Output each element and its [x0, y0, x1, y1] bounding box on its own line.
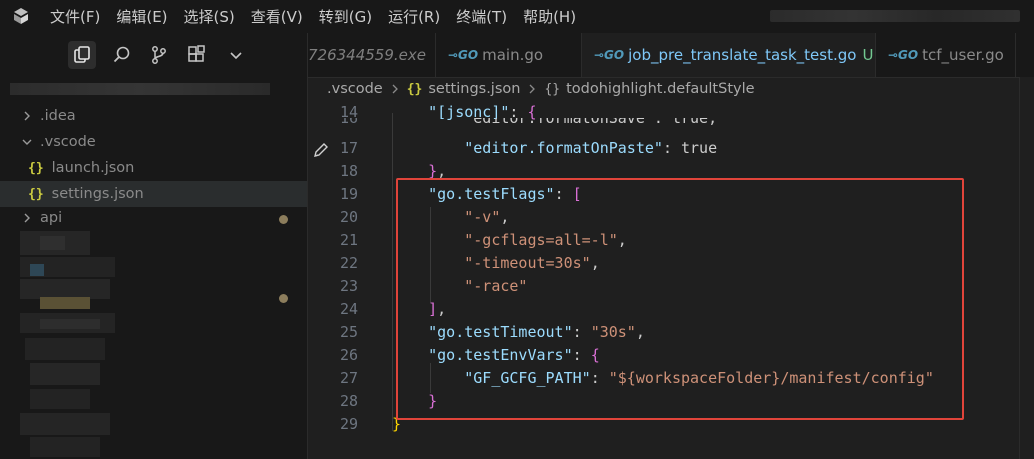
tree-file-launch-json[interactable]: {} launch.json [0, 155, 307, 181]
code-token: : true, [653, 118, 718, 127]
blurred-tree-area [40, 236, 65, 250]
breadcrumb: .vscode {} settings.json {} todohighligh… [327, 79, 755, 99]
blurred-tree-area [40, 297, 90, 309]
menu-run[interactable]: 运行(R) [388, 6, 440, 27]
line-number: 20 [339, 208, 358, 226]
code-text: "editor.formatOnPaste": true [392, 139, 717, 157]
go-file-icon: ⊸GO [888, 48, 919, 62]
title-bar: 文件(F) 编辑(E) 选择(S) 查看(V) 转到(G) 运行(R) 终端(T… [0, 0, 1034, 33]
line-number: 29 [339, 415, 358, 433]
tree-item-label: .vscode [40, 134, 96, 150]
tab-tcf-user-go[interactable]: ⊸GO tcf_user.go [876, 33, 1016, 77]
tree-item-label: settings.json [51, 186, 144, 202]
tab-label: main.go [482, 46, 544, 64]
line-number: 22 [339, 254, 358, 272]
menu-go[interactable]: 转到(G) [319, 6, 372, 27]
sidebar-toolbar [0, 33, 307, 77]
blurred-tree-area [25, 338, 105, 360]
tab-label: job_pre_translate_task_test.go [628, 46, 857, 64]
json-file-icon: {} [28, 186, 44, 202]
modified-dot [279, 215, 288, 224]
workspace-header-blurred [10, 83, 270, 95]
explorer-sidebar: .idea .vscode {} launch.json {} settings… [0, 33, 308, 459]
source-control-button[interactable] [145, 41, 173, 69]
menu-edit[interactable]: 编辑(E) [116, 6, 167, 27]
line-number: 27 [339, 369, 358, 387]
more-views-button[interactable] [222, 41, 250, 69]
line-number: 21 [339, 231, 358, 249]
tree-folder-idea[interactable]: .idea [0, 103, 307, 129]
chevron-down-icon [230, 52, 242, 60]
tree-folder-vscode[interactable]: .vscode [0, 129, 307, 155]
line-number: 24 [339, 300, 358, 318]
tab-job-pre-translate-task-test[interactable]: ⊸GO job_pre_translate_task_test.go U [582, 33, 876, 77]
extensions-button[interactable] [183, 41, 211, 69]
menu-file[interactable]: 文件(F) [50, 6, 100, 27]
menu-terminal[interactable]: 终端(T) [456, 6, 507, 27]
line-number: 23 [339, 277, 358, 295]
line-number: 18 [339, 162, 358, 180]
explorer-button[interactable] [68, 41, 96, 69]
tab-main-go[interactable]: ⊸GO main.go [436, 33, 582, 77]
code-text: "editor.formatOnSave": true, [392, 118, 717, 127]
json-file-icon: {} [28, 160, 44, 176]
json-file-icon: {} [406, 81, 423, 97]
go-file-icon: ⊸GO [448, 48, 479, 62]
menu-help[interactable]: 帮助(H) [523, 6, 576, 27]
code-token: "editor.formatOnSave" [392, 118, 654, 127]
tree-item-label: api [40, 210, 63, 226]
editor-scrollbar[interactable] [1019, 77, 1034, 459]
tree-item-label: .idea [40, 108, 76, 124]
breadcrumb-symbol[interactable]: todohighlight.defaultStyle [566, 81, 754, 97]
object-symbol-icon: {} [544, 81, 561, 97]
go-file-icon: ⊸GO [594, 48, 625, 62]
chevron-right-icon [24, 111, 30, 121]
line-number: 28 [339, 392, 358, 410]
blurred-tree-area [30, 363, 100, 385]
code-line[interactable]: 16 "editor.formatOnSave": true, [308, 118, 1034, 132]
line-number: 17 [339, 139, 358, 157]
window-title-blurred [770, 10, 1020, 22]
line-number: 16 [339, 118, 358, 127]
tab-label: 726344559.exe [308, 46, 426, 64]
chevron-down-icon [22, 139, 32, 145]
files-icon [74, 46, 90, 63]
modified-dot [279, 294, 288, 303]
breadcrumb-file[interactable]: settings.json [428, 81, 520, 97]
extensions-icon [188, 45, 205, 62]
chevron-right-icon [24, 213, 30, 223]
search-button[interactable] [108, 41, 136, 69]
search-icon [113, 46, 130, 63]
menu-selection[interactable]: 选择(S) [184, 6, 235, 27]
blurred-tree-area [40, 319, 100, 329]
source-control-icon [152, 46, 166, 64]
tab-exe[interactable]: 726344559.exe [308, 33, 436, 77]
highlight-annotation-box [396, 178, 964, 420]
tree-item-label: launch.json [51, 160, 135, 176]
tree-file-settings-json[interactable]: {} settings.json [0, 181, 307, 207]
line-number: 19 [339, 185, 358, 203]
chevron-right-icon [392, 84, 398, 94]
code-line[interactable]: 17 "editor.formatOnPaste": true [308, 139, 1034, 162]
blurred-tree-area [20, 413, 110, 435]
line-number: 26 [339, 346, 358, 364]
tab-label: tcf_user.go [922, 46, 1004, 64]
untracked-badge: U [862, 46, 874, 64]
code-token: : true [662, 139, 718, 157]
app-logo-icon [14, 8, 28, 24]
editor-tab-bar: 726344559.exe ⊸GO main.go ⊸GO job_pre_tr… [308, 33, 1034, 78]
tree-folder-api[interactable]: api [0, 207, 307, 229]
breadcrumb-folder[interactable]: .vscode [327, 81, 383, 97]
blurred-tree-area [30, 437, 100, 457]
menu-view[interactable]: 查看(V) [251, 6, 303, 27]
blurred-tree-area [30, 389, 90, 409]
blurred-tree-area [30, 264, 44, 276]
chevron-right-icon [529, 84, 536, 94]
menu-bar: 文件(F) 编辑(E) 选择(S) 查看(V) 转到(G) 运行(R) 终端(T… [50, 0, 592, 33]
line-number: 25 [339, 323, 358, 341]
blurred-tree-area [20, 279, 110, 299]
code-token: "editor.formatOnPaste" [392, 139, 663, 157]
